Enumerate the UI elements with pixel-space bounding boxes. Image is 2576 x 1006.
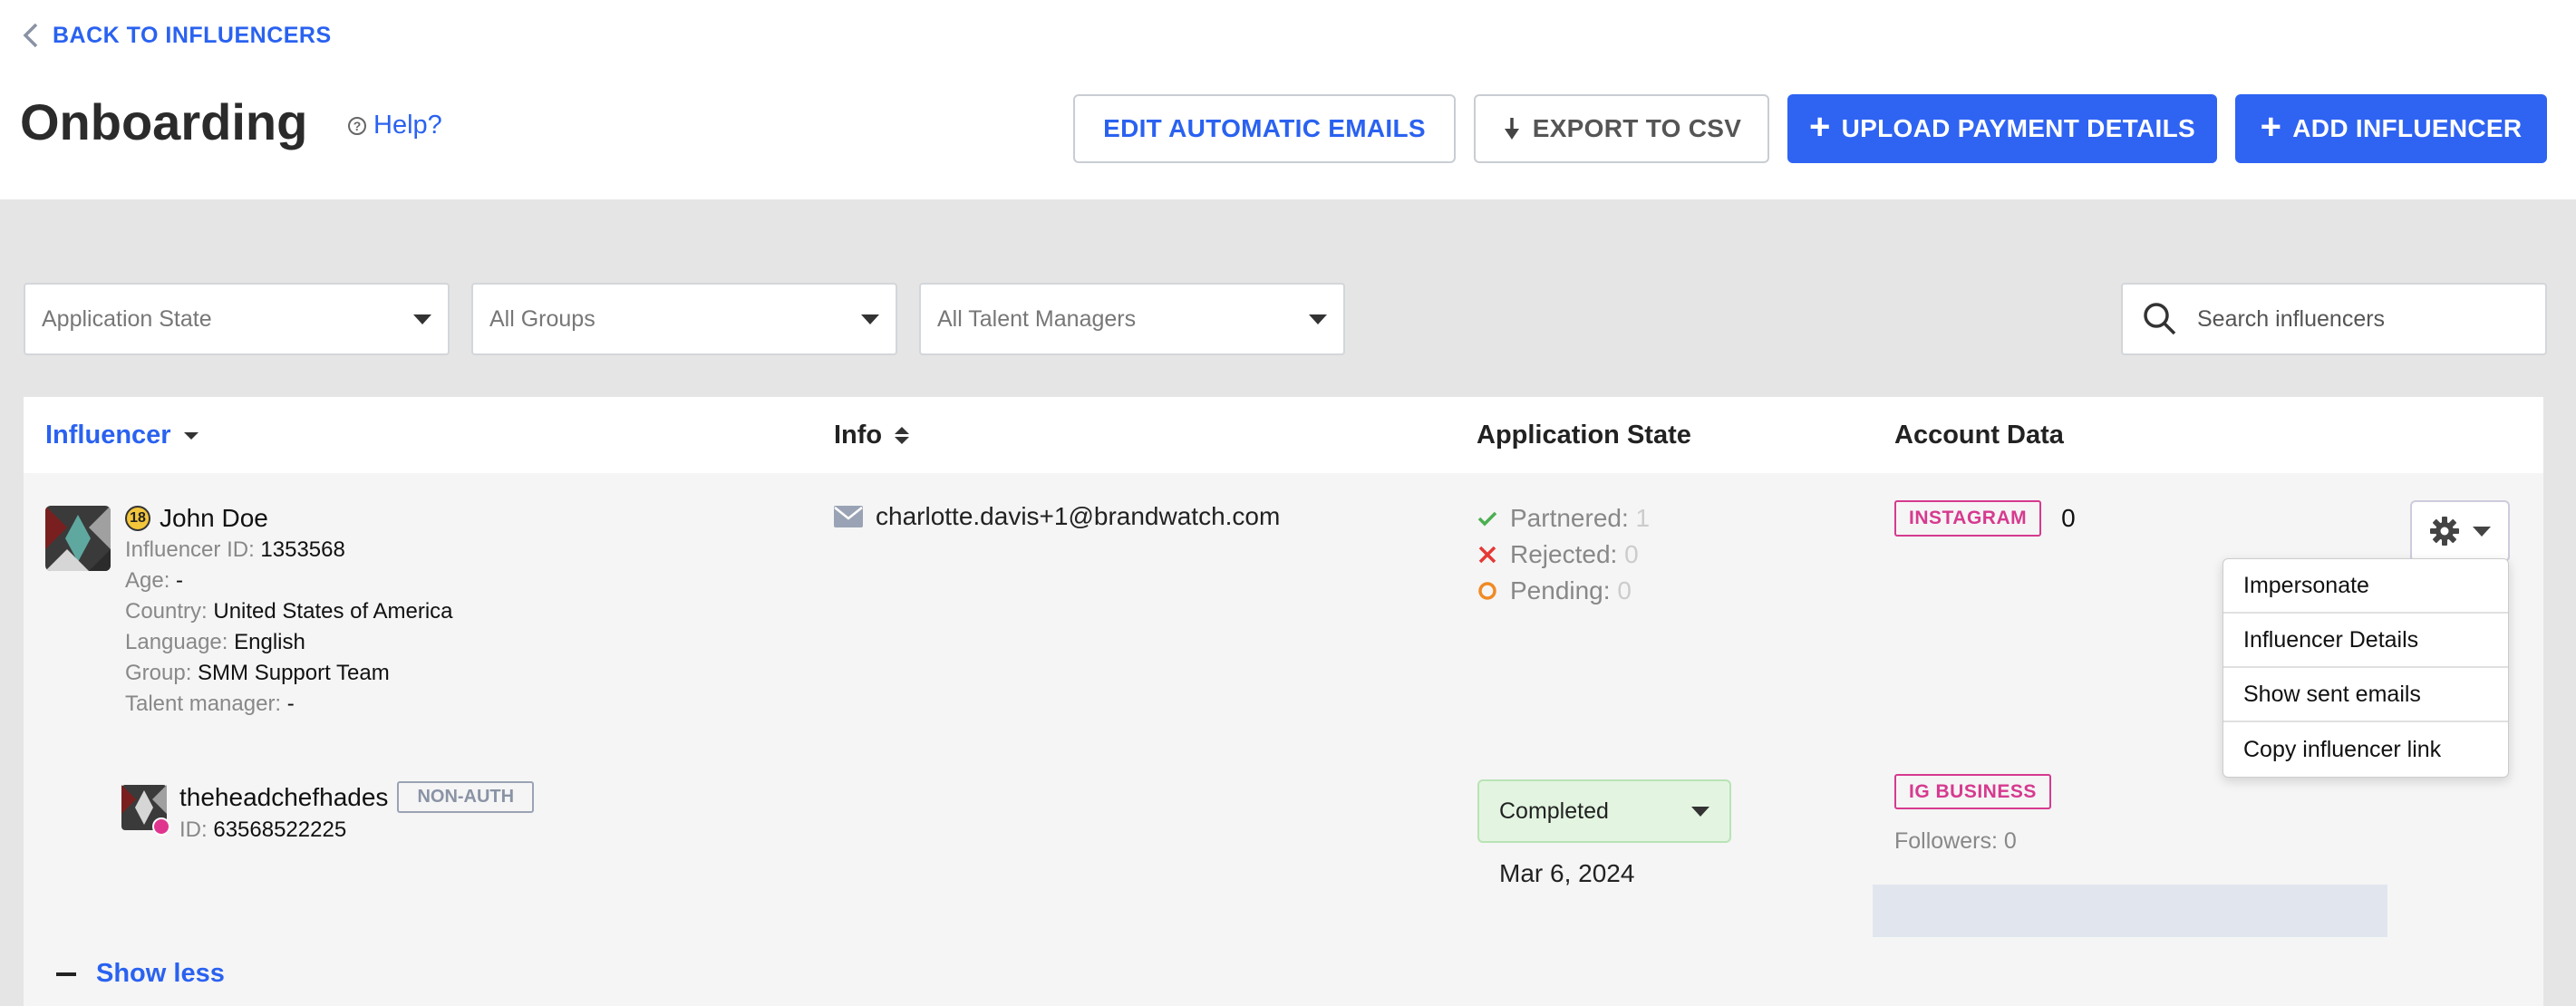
menu-item-impersonate[interactable]: Impersonate xyxy=(2223,559,2508,614)
add-influencer-button[interactable]: + ADD INFLUENCER xyxy=(2235,94,2547,163)
chevron-left-icon xyxy=(23,23,38,48)
application-state-summary: Partnered: 1 Rejected: 0 Pending: 0 xyxy=(1477,500,1650,609)
search-input[interactable] xyxy=(2197,305,2523,333)
column-account-data: Account Data xyxy=(1894,421,2064,450)
page-header: BACK TO INFLUENCERS Onboarding ? Help? E… xyxy=(0,0,2576,199)
upload-payment-label: UPLOAD PAYMENT DETAILS xyxy=(1841,114,2195,142)
detail-talent-manager: Talent manager: - xyxy=(125,692,295,716)
edit-automatic-emails-button[interactable]: EDIT AUTOMATIC EMAILS xyxy=(1073,94,1456,163)
row-actions-button[interactable] xyxy=(2410,500,2510,562)
sub-account-handle-row: theheadchefhades NON-AUTH xyxy=(179,781,535,813)
detail-group: Group: SMM Support Team xyxy=(125,661,390,685)
detail-country: Country: United States of America xyxy=(125,599,453,624)
talent-managers-filter-label: All Talent Managers xyxy=(937,305,1137,332)
account-data-main: INSTAGRAM 0 xyxy=(1894,500,2076,537)
talent-managers-filter[interactable]: All Talent Managers xyxy=(919,283,1345,355)
non-auth-badge: NON-AUTH xyxy=(397,781,535,813)
chevron-down-icon xyxy=(1691,806,1709,817)
show-less-toggle[interactable]: Show less xyxy=(56,959,225,989)
download-arrow-icon xyxy=(1504,118,1519,140)
sort-icon xyxy=(895,427,910,444)
sub-account-id: ID: 63568522225 xyxy=(179,817,347,842)
back-to-influencers-link[interactable]: BACK TO INFLUENCERS xyxy=(22,22,332,49)
detail-influencer-id: Influencer ID: 1353568 xyxy=(125,537,345,562)
chevron-down-icon xyxy=(1309,314,1327,324)
status-date: Mar 6, 2024 xyxy=(1499,859,1635,887)
chevron-down-icon xyxy=(2473,526,2491,537)
influencer-name[interactable]: John Doe xyxy=(160,504,268,533)
state-partnered: Partnered: 1 xyxy=(1477,500,1650,537)
plus-icon: + xyxy=(1808,107,1831,147)
column-info[interactable]: Info xyxy=(834,421,910,450)
search-icon xyxy=(2144,303,2176,335)
help-label: Help? xyxy=(373,111,442,140)
plus-icon: + xyxy=(2260,107,2282,147)
followers-count: Followers: 0 xyxy=(1894,828,2017,854)
search-box xyxy=(2121,283,2547,355)
menu-item-copy-influencer-link[interactable]: Copy influencer link xyxy=(2223,722,2508,777)
add-influencer-label: ADD INFLUENCER xyxy=(2292,114,2523,142)
help-icon: ? xyxy=(348,116,366,135)
chevron-down-icon xyxy=(413,314,431,324)
state-rejected: Rejected: 0 xyxy=(1477,537,1650,573)
application-state-filter-label: Application State xyxy=(42,305,212,332)
influencer-name-row: 18 John Doe xyxy=(125,504,268,533)
gear-icon xyxy=(2430,517,2459,546)
placeholder-bar xyxy=(1873,885,2387,937)
export-csv-label: EXPORT TO CSV xyxy=(1532,114,1742,142)
column-info-label: Info xyxy=(834,421,883,450)
account-value: 0 xyxy=(2061,504,2076,532)
avatar[interactable] xyxy=(45,506,111,571)
edit-emails-label: EDIT AUTOMATIC EMAILS xyxy=(1103,114,1426,142)
column-application-state: Application State xyxy=(1477,421,1691,450)
chevron-down-icon xyxy=(861,314,879,324)
upload-payment-details-button[interactable]: + UPLOAD PAYMENT DETAILS xyxy=(1787,94,2217,163)
check-icon xyxy=(1477,511,1497,527)
status-select[interactable]: Completed xyxy=(1477,779,1731,843)
column-application-state-label: Application State xyxy=(1477,421,1691,450)
sub-account-avatar[interactable] xyxy=(121,785,170,836)
groups-filter[interactable]: All Groups xyxy=(471,283,897,355)
state-pending: Pending: 0 xyxy=(1477,573,1650,609)
help-link[interactable]: ? Help? xyxy=(348,111,442,140)
sub-account-handle[interactable]: theheadchefhades xyxy=(179,783,388,812)
circle-icon xyxy=(1478,582,1496,600)
instagram-tag: INSTAGRAM xyxy=(1894,500,2042,537)
show-less-label: Show less xyxy=(96,959,225,988)
application-state-filter[interactable]: Application State xyxy=(24,283,450,355)
email-text[interactable]: charlotte.davis+1@brandwatch.com xyxy=(876,502,1280,531)
envelope-icon xyxy=(834,506,863,527)
influencer-table: Influencer Info Application State Accoun… xyxy=(24,397,2543,1006)
menu-item-show-sent-emails[interactable]: Show sent emails xyxy=(2223,668,2508,722)
status-select-value: Completed xyxy=(1499,798,1609,824)
back-label: BACK TO INFLUENCERS xyxy=(53,22,332,48)
email-info: charlotte.davis+1@brandwatch.com xyxy=(834,502,1280,531)
column-account-data-label: Account Data xyxy=(1894,421,2064,450)
page-title: Onboarding xyxy=(20,93,308,150)
sort-desc-icon xyxy=(183,431,199,440)
groups-filter-label: All Groups xyxy=(489,305,596,332)
ig-business-tag: IG BUSINESS xyxy=(1894,774,2051,809)
row-actions-menu: Impersonate Influencer Details Show sent… xyxy=(2223,558,2509,778)
column-influencer-label: Influencer xyxy=(45,421,171,450)
detail-age: Age: - xyxy=(125,568,184,593)
influencer-details: Influencer ID: 1353568 Age: - Country: U… xyxy=(125,535,453,720)
export-csv-button[interactable]: EXPORT TO CSV xyxy=(1474,94,1769,163)
table-header: Influencer Info Application State Accoun… xyxy=(24,397,2543,473)
menu-item-influencer-details[interactable]: Influencer Details xyxy=(2223,614,2508,668)
x-icon xyxy=(1478,546,1496,564)
minus-icon xyxy=(56,972,76,976)
age-badge: 18 xyxy=(125,506,150,531)
detail-language: Language: English xyxy=(125,630,305,654)
sub-account-data: IG BUSINESS xyxy=(1894,774,2051,809)
status-dot xyxy=(152,817,170,836)
column-influencer[interactable]: Influencer xyxy=(45,421,199,450)
